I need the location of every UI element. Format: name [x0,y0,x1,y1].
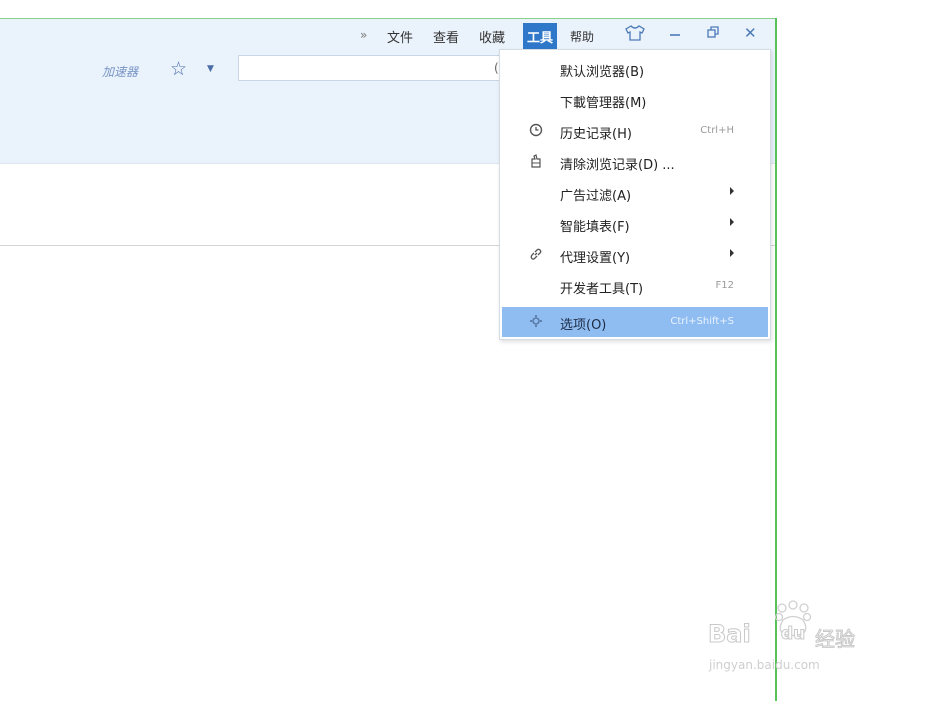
menu-item-label: 清除浏览记录(D) ... [560,158,675,173]
menu-item-ad-filter[interactable]: 广告过滤(A) [502,178,768,208]
search-input[interactable] [238,55,500,81]
baidu-jingyan-watermark: Bai du 经验 jingyan.baidu.com [705,598,885,688]
watermark-url: jingyan.baidu.com [709,658,820,672]
menu-view[interactable]: 查看 [433,27,459,46]
submenu-arrow-icon [730,187,734,195]
menu-item-label: 广告过滤(A) [560,189,632,204]
more-menus-chevron[interactable]: » [360,28,367,42]
shirt-icon[interactable] [625,25,645,45]
watermark-brand: Bai [708,620,752,649]
menu-help[interactable]: 帮助 [570,28,594,45]
menu-item-download-manager[interactable]: 下載管理器(M) [502,85,768,115]
menu-item-label: 下載管理器(M) [560,96,647,111]
browser-window: » 文件 查看 收藏 工具 帮助 ✕ 加速器 ☆ ▼ ( 默认浏览器(B) 下載… [0,0,925,701]
broom-icon [528,154,544,170]
link-icon [528,247,544,263]
restore-icon[interactable] [706,25,720,43]
menu-item-label: 智能填表(F) [560,220,630,235]
menu-file[interactable]: 文件 [387,27,413,46]
minimize-icon[interactable] [668,26,682,44]
search-icon[interactable]: ( [494,61,499,75]
menu-tools[interactable]: 工具 [523,23,558,49]
menu-item-shortcut: Ctrl+Shift+S [670,316,734,327]
menu-item-developer-tools[interactable]: 开发者工具(T) F12 [502,271,768,301]
menu-item-clear-history[interactable]: 清除浏览记录(D) ... [502,147,768,177]
menu-item-proxy-settings[interactable]: 代理设置(Y) [502,240,768,270]
chevron-down-icon[interactable]: ▼ [207,64,214,74]
menu-item-options[interactable]: 选项(O) Ctrl+Shift+S [502,307,768,337]
menu-item-shortcut: F12 [715,280,734,291]
clock-icon [528,123,544,139]
menu-item-label: 开发者工具(T) [560,282,644,297]
menu-item-smart-fill[interactable]: 智能填表(F) [502,209,768,239]
tools-dropdown-menu: 默认浏览器(B) 下載管理器(M) 历史记录(H) Ctrl+H 清除浏览记录(… [499,49,771,340]
title-menu-bar: » 文件 查看 收藏 工具 帮助 ✕ [0,19,775,49]
menu-item-default-browser[interactable]: 默认浏览器(B) [502,54,768,84]
star-icon[interactable]: ☆ [170,58,187,80]
watermark-product: 经验 [815,627,856,652]
menu-item-label: 代理设置(Y) [560,251,631,266]
menu-item-shortcut: Ctrl+H [700,125,734,136]
menu-item-label: 选项(O) [560,318,607,333]
submenu-arrow-icon [730,218,734,226]
submenu-arrow-icon [730,249,734,257]
close-icon[interactable]: ✕ [744,24,757,42]
menu-item-label: 默认浏览器(B) [560,65,645,80]
accelerator-button[interactable]: 加速器 [102,63,138,80]
menu-favorites[interactable]: 收藏 [479,27,505,46]
gear-icon [528,314,544,330]
watermark-brand-du: du [780,624,806,645]
menu-item-label: 历史记录(H) [560,127,632,142]
menu-item-history[interactable]: 历史记录(H) Ctrl+H [502,116,768,146]
